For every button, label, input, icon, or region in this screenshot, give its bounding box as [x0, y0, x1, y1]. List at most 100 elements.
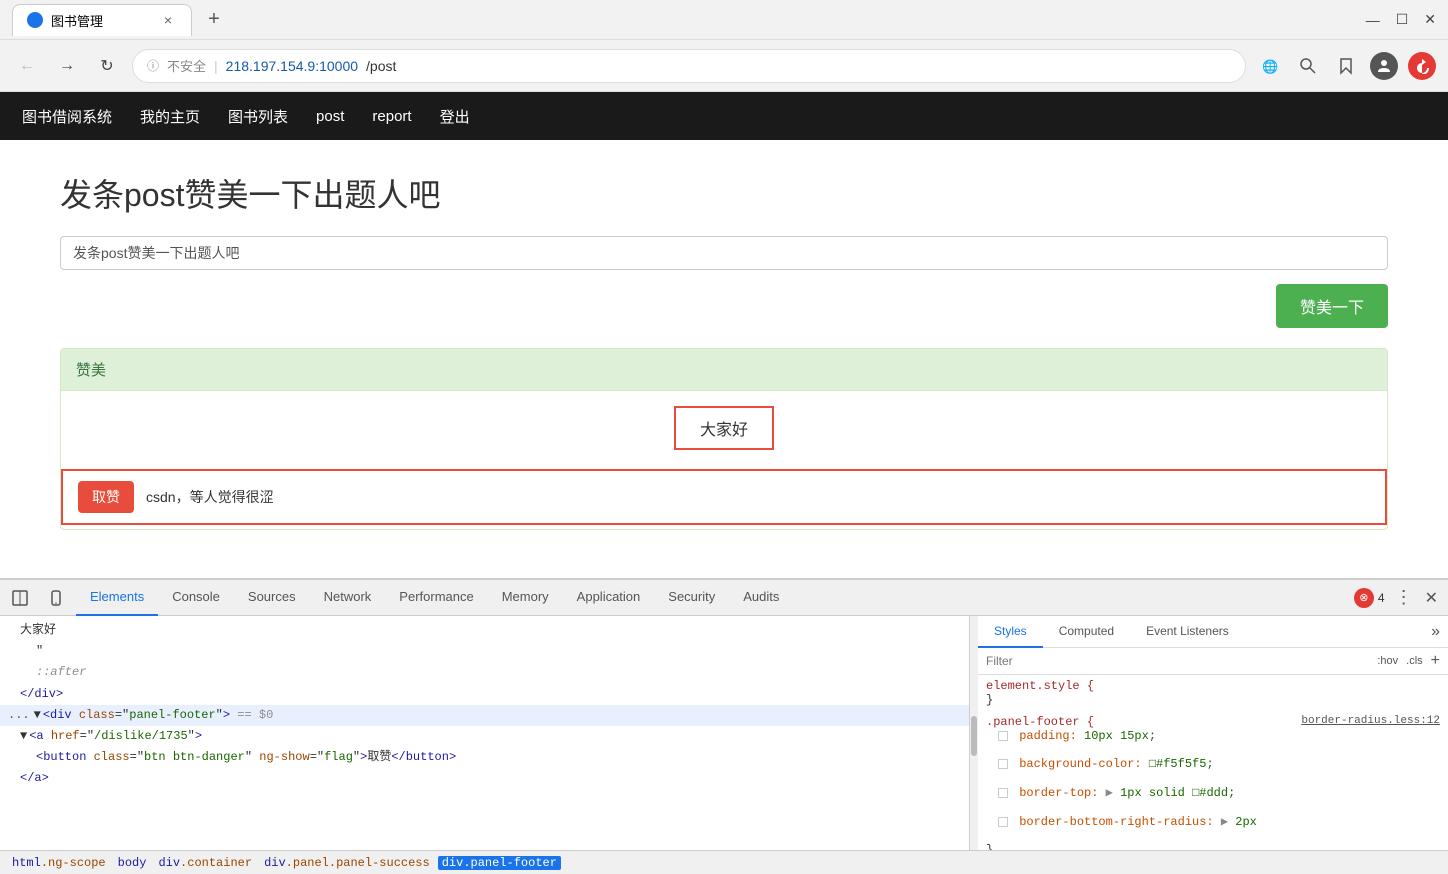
prop-checkbox[interactable]: [998, 759, 1008, 769]
dislike-text: csdn，等人觉得很涩: [146, 487, 274, 507]
close-button[interactable]: ✕: [1424, 11, 1436, 28]
new-tab-button[interactable]: +: [200, 6, 228, 34]
elem-close-div[interactable]: </div>: [0, 684, 969, 705]
error-count: 4: [1378, 591, 1385, 605]
prop-checkbox[interactable]: [998, 817, 1008, 827]
url-domain: 218.197.154.9:10000: [226, 58, 358, 74]
devtools-tab-elements[interactable]: Elements: [76, 580, 158, 616]
devtools-tab-security[interactable]: Security: [654, 580, 729, 616]
elem-button[interactable]: <button class="btn btn-danger" ng-show="…: [0, 747, 969, 768]
nav-home[interactable]: 我的主页: [138, 102, 202, 131]
devtools-tab-audits[interactable]: Audits: [729, 580, 793, 616]
tab-title: 图书管理: [51, 11, 103, 30]
devtools-inspect-icon[interactable]: [4, 582, 36, 614]
breadcrumb-html[interactable]: html.ng-scope: [8, 856, 110, 870]
filter-cls[interactable]: .cls: [1406, 655, 1423, 667]
devtools-panel: Elements Console Sources Network Perform…: [0, 578, 1448, 874]
breadcrumb-panel[interactable]: div.panel.panel-success: [260, 856, 434, 870]
url-separator: |: [214, 58, 218, 74]
scroll-thumb[interactable]: [971, 716, 977, 756]
submit-button[interactable]: 赞美一下: [1276, 284, 1388, 328]
styles-tabs: Styles Computed Event Listeners »: [978, 616, 1448, 648]
devtools-tab-application[interactable]: Application: [563, 580, 655, 616]
submit-row: 赞美一下: [60, 284, 1388, 328]
address-bar: ← → ↻ ⓘ 不安全 | 218.197.154.9:10000 /post …: [0, 40, 1448, 92]
svg-text:🌐: 🌐: [1262, 59, 1278, 74]
page-title: 发条post赞美一下出题人吧: [60, 170, 1388, 216]
elements-panel: 大家好 " ::after </div> ... ▼ <div class="p…: [0, 616, 970, 850]
devtools-tab-sources[interactable]: Sources: [234, 580, 310, 616]
tab-bar: 图书管理 × +: [12, 4, 228, 36]
prop-checkbox[interactable]: [998, 788, 1008, 798]
nav-booklist[interactable]: 图书列表: [226, 102, 290, 131]
panel-heading: 赞美: [61, 349, 1387, 391]
prop-checkbox[interactable]: [998, 731, 1008, 741]
nav-brand[interactable]: 图书借阅系统: [20, 102, 114, 131]
url-bar[interactable]: ⓘ 不安全 | 218.197.154.9:10000 /post: [132, 49, 1246, 83]
zoom-icon[interactable]: [1294, 52, 1322, 80]
devtools-close-button[interactable]: ✕: [1419, 588, 1444, 608]
tab-favicon: [27, 12, 43, 28]
bookmark-icon[interactable]: [1332, 52, 1360, 80]
post-input[interactable]: [60, 236, 1388, 270]
nav-report[interactable]: report: [370, 104, 413, 129]
devtools-mobile-icon[interactable]: [40, 582, 72, 614]
elements-scrollbar[interactable]: [970, 616, 978, 850]
filter-hov[interactable]: :hov: [1377, 655, 1398, 667]
style-rule-element: element.style { }: [986, 679, 1440, 707]
style-source-link[interactable]: border-radius.less:12: [1301, 715, 1440, 727]
panel-footer: 取赞 csdn，等人觉得很涩: [61, 469, 1387, 525]
restore-button[interactable]: ☐: [1396, 11, 1409, 28]
browser-tab[interactable]: 图书管理 ×: [12, 4, 192, 36]
app-navigation: 图书借阅系统 我的主页 图书列表 post report 登出: [0, 92, 1448, 140]
devtools-tab-memory[interactable]: Memory: [488, 580, 563, 616]
elem-close-a[interactable]: </a>: [0, 768, 969, 789]
update-icon[interactable]: [1408, 52, 1436, 80]
error-badge: ⊗: [1354, 588, 1374, 608]
translate-icon[interactable]: 🌐: [1256, 52, 1284, 80]
devtools-body: 大家好 " ::after </div> ... ▼ <div class="p…: [0, 616, 1448, 850]
styles-tab-styles[interactable]: Styles: [978, 616, 1043, 648]
elem-line[interactable]: ": [0, 641, 969, 662]
elem-line[interactable]: 大家好: [0, 620, 969, 641]
elem-panel-footer[interactable]: ... ▼ <div class="panel-footer"> == $0: [0, 705, 969, 726]
elem-pseudo-after[interactable]: ::after: [0, 662, 969, 683]
breadcrumb-container[interactable]: div.container: [154, 856, 256, 870]
nav-logout[interactable]: 登出: [438, 102, 472, 131]
styles-more-button[interactable]: »: [1423, 623, 1448, 641]
hello-text: 大家好: [674, 406, 774, 450]
url-path: /post: [366, 58, 396, 74]
styles-tab-computed[interactable]: Computed: [1043, 616, 1130, 648]
browser-titlebar: 图书管理 × + — ☐ ✕: [0, 0, 1448, 40]
styles-panel: Styles Computed Event Listeners » :hov .…: [978, 616, 1448, 850]
elem-a-tag[interactable]: ▼ <a href="/dislike/1735">: [0, 726, 969, 747]
forward-button[interactable]: →: [52, 51, 82, 81]
breadcrumb-bar: html.ng-scope body div.container div.pan…: [0, 850, 1448, 874]
tab-close-button[interactable]: ×: [159, 11, 177, 29]
add-style-button[interactable]: +: [1431, 652, 1440, 670]
window-controls: — ☐ ✕: [1366, 11, 1436, 28]
devtools-tab-network[interactable]: Network: [310, 580, 386, 616]
refresh-button[interactable]: ↻: [92, 51, 122, 81]
dislike-button[interactable]: 取赞: [78, 481, 134, 513]
breadcrumb-body[interactable]: body: [114, 856, 151, 870]
back-button[interactable]: ←: [12, 51, 42, 81]
styles-filter-input[interactable]: [986, 654, 1369, 668]
panel-body: 大家好: [61, 391, 1387, 465]
minimize-button[interactable]: —: [1366, 12, 1380, 28]
styles-body: element.style { } .panel-footer { border…: [978, 675, 1448, 850]
devtools-tabs: Elements Console Sources Network Perform…: [0, 580, 1448, 616]
address-actions: 🌐: [1256, 52, 1436, 80]
style-rule-panel-footer: .panel-footer { border-radius.less:12 pa…: [986, 715, 1440, 850]
panel-success: 赞美 大家好 取赞 csdn，等人觉得很涩: [60, 348, 1388, 530]
devtools-tab-console[interactable]: Console: [158, 580, 234, 616]
profile-icon[interactable]: [1370, 52, 1398, 80]
breadcrumb-panel-footer[interactable]: div.panel-footer: [438, 856, 561, 870]
main-content: 发条post赞美一下出题人吧 赞美一下 赞美 大家好 取赞 csdn，等人觉得很…: [0, 140, 1448, 578]
styles-tab-event-listeners[interactable]: Event Listeners: [1130, 616, 1245, 648]
nav-post[interactable]: post: [314, 104, 346, 129]
devtools-tab-performance[interactable]: Performance: [385, 580, 487, 616]
security-icon: ⓘ: [147, 57, 159, 74]
error-icon: ⊗: [1359, 591, 1368, 604]
devtools-more-button[interactable]: ⋮: [1389, 587, 1419, 608]
